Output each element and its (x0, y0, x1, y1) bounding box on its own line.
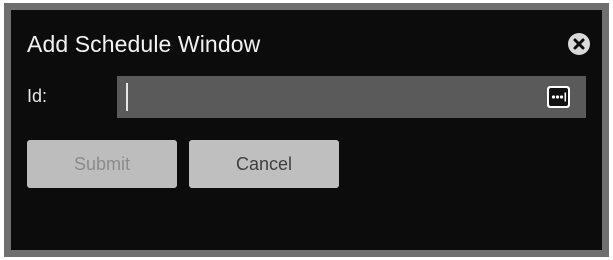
cancel-button[interactable]: Cancel (189, 140, 339, 188)
close-icon[interactable] (568, 33, 590, 55)
id-input[interactable] (117, 76, 586, 118)
id-field-row: Id: (11, 76, 602, 118)
submit-button[interactable]: Submit (27, 140, 177, 188)
text-caret (126, 83, 128, 111)
password-manager-icon[interactable] (547, 86, 570, 108)
id-label: Id: (27, 86, 48, 106)
dialog-title: Add Schedule Window (27, 31, 261, 57)
add-schedule-window-dialog: Add Schedule Window Id: Submit Cancel (4, 3, 609, 257)
